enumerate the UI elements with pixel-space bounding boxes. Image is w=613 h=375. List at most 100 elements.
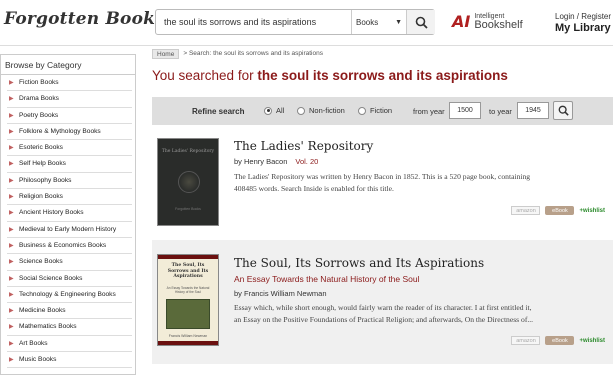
arrow-icon: ▶ [9,210,14,217]
category-sidebar: Browse by Category ▶ Fiction Books ▶ Drama… [0,54,136,375]
arrow-icon: ▶ [9,80,14,86]
arrow-icon: ▶ [9,112,14,119]
arrow-icon: ▶ [9,357,14,364]
result-author[interactable]: by Henry Bacon [234,157,287,166]
breadcrumb-home-link[interactable]: Home [152,48,180,59]
sidebar-item[interactable]: ▶ Business & Economics Books [7,238,132,255]
arrow-icon: ▶ [9,96,14,103]
book-cover-image[interactable]: The Ladies' Repository Forgotten Books [157,138,219,226]
result-description-line2: an Essay on the Positive Foundations of … [234,315,534,324]
page-title: You searched for the soul its sorrows an… [152,68,508,83]
radio-icon [358,106,366,115]
sidebar-item[interactable]: ▶ Drama Books [7,91,132,108]
filter-nonfiction-radio[interactable]: Non-fiction [297,106,345,115]
sidebar-item[interactable]: ▶ Philosophy Books [7,173,132,190]
bookshelf-label: Bookshelf [474,18,523,31]
arrow-icon: ▶ [9,145,14,152]
radio-icon [297,106,305,115]
cover-publisher: Forgotten Books [175,207,201,211]
bookshelf-logo-icon: AI [452,12,471,31]
to-year-input[interactable]: 1945 [517,102,549,119]
sidebar-item[interactable]: ▶ Mathematics Books [7,319,132,336]
arrow-icon: ▶ [9,259,14,266]
from-year-label: from year [413,107,445,116]
to-year-label: to year [489,107,512,116]
result-title-link[interactable]: The Soul, Its Sorrows and Its Aspiration… [234,256,484,270]
purchase-options: amazon eBook +wishlist [511,206,605,215]
search-result: The Ladies' Repository Forgotten Books T… [152,128,613,232]
arrow-icon: ▶ [9,324,14,331]
sidebar-item[interactable]: ▶ Art Books [7,336,132,353]
book-cover-image[interactable]: The Soul, Its Sorrows and Its Aspiration… [157,254,219,346]
sidebar-item[interactable]: ▶ Fiction Books [7,75,132,92]
result-description: The Ladies' Repository was written by He… [234,172,531,181]
intelligent-bookshelf-link[interactable]: AI Intelligent Bookshelf [452,12,523,31]
sidebar-item[interactable]: ▶ Social Science Books [7,271,132,287]
sidebar-item[interactable]: ▶ Religion Books [7,189,132,206]
filter-fiction-radio[interactable]: Fiction [358,106,392,115]
search-category-select[interactable]: Books ▼ [351,10,406,34]
sidebar-item[interactable]: ▶ Music Books [7,352,132,369]
sidebar-item[interactable]: ▶ Esoteric Books [7,140,132,157]
arrow-icon: ▶ [9,340,14,347]
wishlist-link[interactable]: +wishlist [579,338,605,344]
cover-ornament [178,171,200,193]
arrow-icon: ▶ [9,194,14,201]
sidebar-item[interactable]: ▶ Ancient History Books [7,205,132,222]
my-library-link[interactable]: My Library [555,22,611,34]
page-title-prefix: You searched for [152,68,254,83]
sidebar-item[interactable]: ▶ Technology & Engineering Books [7,287,132,304]
breadcrumb-trail: > Search: the soul its sorrows and its a… [183,50,323,57]
result-author[interactable]: by Francis William Newman [234,289,327,298]
search-icon [415,16,428,29]
cover-subtitle: An Essay Towards the Natural History of … [166,286,210,294]
ebook-button[interactable]: eBook [545,206,575,215]
arrow-icon: ▶ [9,177,14,184]
wishlist-link[interactable]: +wishlist [579,208,605,214]
arrow-icon: ▶ [9,226,14,233]
sidebar-item[interactable]: ▶ Medicine Books [7,303,132,320]
arrow-icon: ▶ [9,128,14,135]
result-subtitle: An Essay Towards the Natural History of … [234,274,420,284]
site-header: Forgotten Books Books ▼ AI Intelligent B… [0,0,613,46]
result-volume: Vol. 20 [295,157,319,166]
result-title-link[interactable]: The Ladies' Repository [234,139,373,153]
amazon-button[interactable]: amazon [511,206,541,215]
search-result: The Soul, Its Sorrows and Its Aspiration… [152,240,613,364]
search-bar: Books ▼ [155,9,435,35]
sidebar-title: Browse by Category [1,55,135,75]
sidebar-item[interactable]: ▶ Folklore & Mythology Books [7,124,132,141]
sidebar-item[interactable]: ▶ Self Help Books [7,156,132,173]
arrow-icon: ▶ [9,308,14,315]
result-author-line: by Henry Bacon Vol. 20 [234,157,318,166]
refine-search-label: Refine search [192,107,245,116]
sidebar-item[interactable]: ▶ Medieval to Early Modern History [7,222,132,238]
breadcrumb: Home > Search: the soul its sorrows and … [152,48,323,59]
arrow-icon: ▶ [9,161,14,168]
ebook-button[interactable]: eBook [545,336,575,345]
refine-search-button[interactable] [553,101,573,120]
radio-selected-icon [264,106,272,115]
cover-author: Francis William Newman [168,334,208,338]
refine-search-bar: Refine search All Non-fiction Fiction fr… [152,97,613,125]
filter-all-radio[interactable]: All [264,106,284,115]
from-year-input[interactable]: 1500 [449,102,481,119]
cover-title: The Soul, Its Sorrows and Its Aspiration… [167,263,209,280]
cover-illustration [166,299,210,329]
result-description: Essay which, while short enough, would f… [234,303,532,312]
chevron-down-icon: ▼ [395,19,402,26]
search-button[interactable] [406,10,435,34]
arrow-icon: ▶ [9,275,14,282]
search-category-label: Books [356,17,379,27]
login-register-link[interactable]: Login / Register [555,12,611,21]
search-input[interactable] [156,10,351,34]
cover-title: The Ladies' Repository [161,149,215,154]
purchase-options: amazon eBook +wishlist [511,336,605,345]
sidebar-item[interactable]: ▶ Poetry Books [7,108,132,124]
amazon-button[interactable]: amazon [511,336,541,345]
page-title-query: the soul its sorrows and its aspirations [257,68,508,83]
arrow-icon: ▶ [9,242,14,249]
site-logo[interactable]: Forgotten Books [4,9,165,29]
sidebar-item[interactable]: ▶ Science Books [7,254,132,271]
arrow-icon: ▶ [9,291,14,298]
